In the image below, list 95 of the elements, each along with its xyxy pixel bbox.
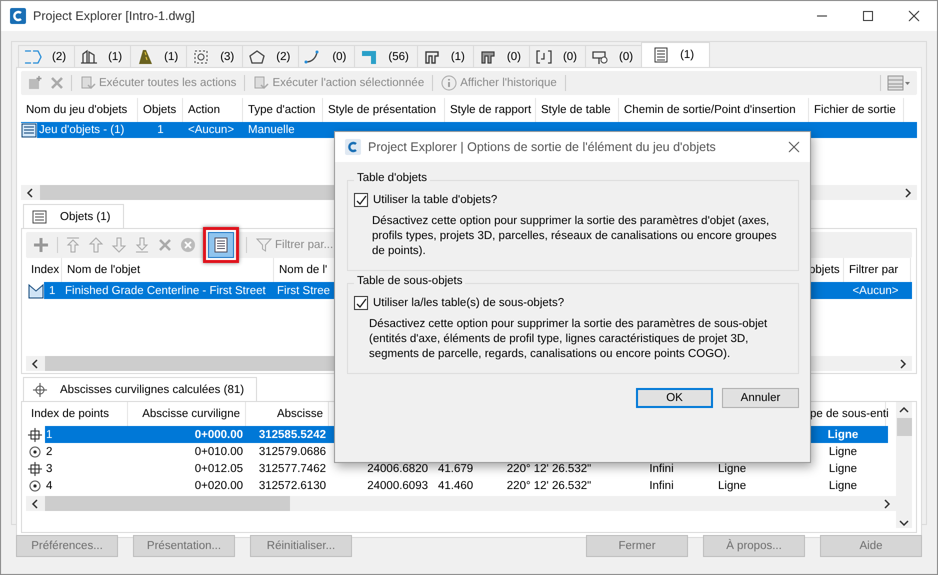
table-cell: 220° 12' 26.532" — [506, 462, 592, 474]
run-all-icon — [80, 75, 96, 91]
scroll-left-icon[interactable] — [30, 358, 40, 368]
list-icon — [21, 122, 37, 138]
object-type-tab[interactable]: (0) — [585, 45, 642, 67]
table-cell: First Stree — [277, 284, 330, 296]
table-cell: Ligne — [828, 480, 858, 492]
table-cell: 0+010.00 — [194, 446, 243, 458]
dialog-button[interactable]: OK — [636, 388, 713, 408]
table-cell: Ligne — [828, 428, 858, 440]
table-cell: 312577.7462 — [258, 462, 326, 474]
window-title: Project Explorer [Intro-1.dwg] — [33, 9, 195, 23]
object-type-tab[interactable]: (56) — [354, 45, 418, 67]
checkbox[interactable]: Utiliser la table d'objets? — [354, 191, 790, 209]
object-type-tab[interactable]: (0) — [472, 45, 530, 67]
bracket-icon — [534, 48, 553, 66]
scroll-right-icon[interactable] — [882, 498, 892, 508]
scroll-right-icon[interactable] — [898, 358, 908, 368]
checkbox[interactable]: Utiliser la/les table(s) de sous-objets? — [354, 294, 790, 312]
app-logo-icon — [345, 139, 361, 155]
table-cell: 1 — [157, 124, 164, 136]
scroll-up-icon[interactable] — [899, 405, 909, 415]
object-type-tab[interactable]: (1) — [130, 45, 188, 67]
table-cell: 24006.6820 — [367, 462, 428, 474]
object-type-tab[interactable]: (0) — [528, 45, 586, 67]
group-title: Table d'objets — [354, 172, 430, 184]
table-cell: 312579.0686 — [258, 446, 326, 458]
table-cell: <Aucun> — [188, 124, 234, 136]
table-cell: 4 — [46, 480, 52, 492]
table-cell: Finished Grade Centerline - First Street — [65, 284, 266, 296]
dialog-title: Project Explorer | Options de sortie de l'élément du jeu d'objets — [368, 140, 716, 154]
table-cell: Ligne — [718, 462, 746, 474]
scroll-left-icon[interactable] — [25, 188, 35, 198]
object-type-tab[interactable]: (1) — [641, 42, 710, 67]
object-type-tab[interactable]: (1) — [74, 45, 132, 67]
table-cell: 0+012.05 — [194, 462, 243, 474]
table-cell: 41.679 — [438, 462, 474, 474]
checkmark-icon — [356, 298, 366, 308]
table-cell: 1 — [49, 284, 56, 296]
table-cell: Ligne — [828, 462, 858, 474]
table-cell: 0+020.00 — [194, 480, 243, 492]
object-type-tab[interactable]: (2) — [18, 45, 76, 67]
table-cell: Infini — [649, 462, 674, 474]
table-cell: 312572.6130 — [258, 480, 326, 492]
table-cell: 0+000.00 — [194, 428, 243, 440]
checkmark-icon — [356, 194, 366, 206]
object-type-tab[interactable]: (2) — [242, 45, 300, 67]
table-cell: <Aucun> — [852, 284, 899, 296]
app-logo-icon — [10, 8, 26, 24]
list-icon — [32, 210, 48, 224]
info-icon — [441, 75, 458, 91]
close-icon[interactable] — [788, 141, 800, 153]
stations-tab[interactable]: Abscisses curvilignes calculées (81) — [23, 377, 258, 401]
table-cell: Manuelle — [248, 124, 295, 136]
maximize-icon[interactable] — [862, 10, 874, 22]
scrollbar-thumb[interactable] — [45, 496, 290, 511]
list-icon — [652, 46, 670, 64]
run-selected-icon — [253, 75, 270, 91]
road-icon — [136, 48, 154, 66]
option-description: Désactivez cette option pour supprimer la sortie des paramètres d'objet (axes, profils types, projets 3D, parcelles, réseaux de canalisations ou encore groupes de points). — [372, 214, 778, 259]
close-icon[interactable] — [908, 10, 920, 22]
table-cell: Jeu d'objets - (1) — [39, 124, 124, 136]
table-row[interactable]: 3 0+012.05 312577.7462 24006.6820 41.679 220° 12' 26.532" Infini Ligne Ligne — [45, 460, 888, 477]
column-header[interactable]: Index de points — [31, 408, 110, 420]
table-cell: Ligne — [718, 480, 746, 492]
table-cell: 1 — [46, 428, 52, 440]
scroll-down-icon[interactable] — [899, 518, 909, 528]
option-description: Désactivez cette option pour supprimer la sortie des paramètres de sous-objet (entités d'axe, éléments de profil type, lignes caractéristiques de projet 3D, segments de parcelle, regards, canalisations ou encore points COGO). — [369, 317, 768, 362]
table-cell: 3 — [46, 462, 52, 474]
table-cell: 41.460 — [438, 480, 474, 492]
dashed-line-icon — [24, 48, 42, 66]
table-cell: 220° 12' 26.532" — [506, 480, 592, 492]
house-icon — [248, 48, 266, 66]
table-cell: Ligne — [828, 446, 858, 458]
table-cell: 312585.5242 — [258, 428, 326, 440]
objects-tab[interactable]: Objets (1) — [23, 204, 124, 228]
scrollbar-thumb[interactable] — [896, 418, 912, 436]
scroll-left-icon[interactable] — [30, 498, 40, 508]
object-type-tab[interactable]: (1) — [416, 45, 474, 67]
table-row[interactable]: 4 0+020.00 312572.6130 24000.6093 41.460 220° 12' 26.532" Infini Ligne Ligne — [45, 477, 888, 494]
table-icon[interactable] — [208, 232, 234, 258]
crosshair-icon — [32, 382, 48, 398]
group-title: Table de sous-objets — [354, 275, 466, 287]
table-cell: 2 — [46, 446, 52, 458]
column-header[interactable]: pe de sous-enti — [810, 408, 889, 420]
column-header[interactable]: Abscisse curviligne — [142, 408, 240, 420]
building-icon — [80, 48, 98, 66]
table-cell: 24000.6093 — [367, 480, 428, 492]
dialog-button[interactable]: Annuler — [722, 388, 799, 408]
target-icon — [192, 48, 210, 66]
envelope-icon — [28, 282, 44, 298]
table-cell: Infini — [649, 480, 674, 492]
filter-icon — [256, 237, 272, 253]
column-header[interactable]: Abscisse — [276, 408, 323, 420]
scroll-right-icon[interactable] — [903, 188, 913, 198]
